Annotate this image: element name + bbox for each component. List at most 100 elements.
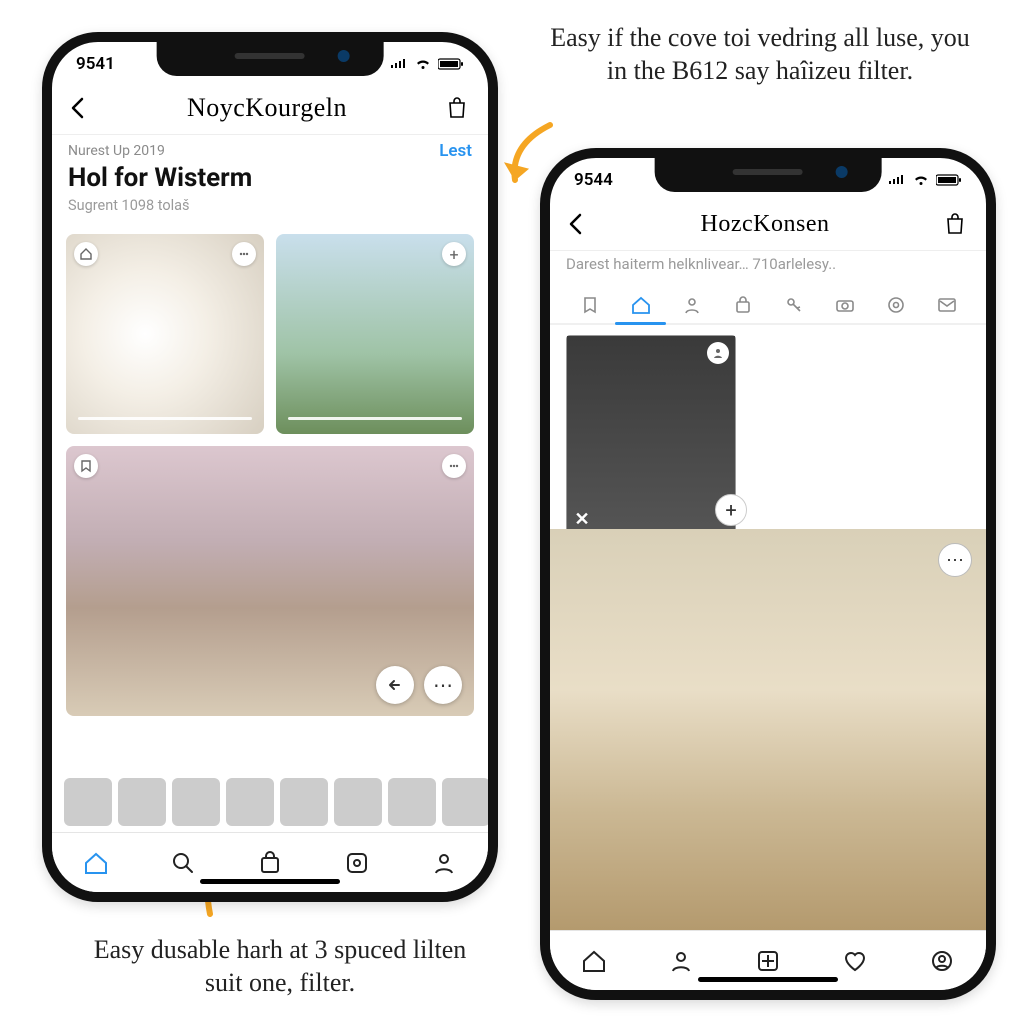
signal-icon: [390, 58, 408, 70]
nav-grid[interactable]: [724, 949, 811, 973]
category-tabs: [550, 279, 986, 325]
chevron-left-icon: [568, 213, 582, 235]
add-badge[interactable]: +: [442, 242, 466, 266]
grid-icon: [756, 949, 780, 973]
feed: ✕ + ⋯: [550, 325, 986, 930]
nav-bag[interactable]: [226, 851, 313, 875]
list-header: Nurest Up 2019 Lest Hol for Wisterm Sugr…: [52, 134, 488, 224]
close-button[interactable]: ✕: [571, 508, 593, 530]
grid-card-3[interactable]: ⋯: [66, 446, 474, 716]
search-bar[interactable]: Darest haiterm helknlivear… 710arlelesy.…: [550, 250, 986, 279]
tab-bookmark[interactable]: [566, 287, 613, 323]
thumbnail-strip[interactable]: [52, 770, 488, 832]
card-more-icon[interactable]: [442, 454, 466, 478]
battery-icon: [438, 58, 464, 70]
back-button[interactable]: [64, 95, 90, 121]
shopping-bag-icon: [944, 212, 966, 236]
grid-card-1[interactable]: [66, 234, 264, 434]
sort-action[interactable]: Lest: [439, 141, 472, 161]
tab-person[interactable]: [668, 287, 715, 323]
status-time: 9541: [76, 54, 115, 74]
page-title: Hol for Wisterm: [68, 163, 472, 193]
app-header: HozcKonsen: [550, 198, 986, 250]
app-title: NoycKourgeln: [187, 93, 347, 123]
nav-home[interactable]: [52, 851, 139, 875]
home-icon: [581, 949, 607, 973]
app-title: HozcKonsen: [701, 211, 830, 238]
feed-photo[interactable]: ⋯: [550, 529, 986, 930]
nav-home[interactable]: [550, 949, 637, 973]
image-placeholder: [66, 234, 264, 434]
account-icon: [930, 949, 954, 973]
tag-badge[interactable]: [707, 342, 729, 364]
wifi-icon: [912, 174, 930, 186]
back-button[interactable]: [562, 211, 588, 237]
thumb-item[interactable]: [442, 778, 490, 826]
annotation-bottom: Easy dusable harh at 3 spuced lilten sui…: [80, 934, 480, 999]
add-button[interactable]: +: [715, 494, 747, 526]
nav-heart[interactable]: [812, 949, 899, 973]
selfie-card[interactable]: ✕ +: [566, 335, 736, 535]
bag-button[interactable]: [444, 95, 470, 121]
tab-target[interactable]: [872, 287, 919, 323]
home-icon: [83, 851, 109, 875]
nav-account[interactable]: [899, 949, 986, 973]
shopping-bag-icon: [446, 96, 468, 120]
more-icon: [448, 460, 460, 472]
thumb-item[interactable]: [388, 778, 436, 826]
profile-icon: [432, 851, 456, 875]
more-icon: ⋯: [433, 673, 453, 697]
more-button[interactable]: ⋯: [424, 666, 462, 704]
thumb-item[interactable]: [118, 778, 166, 826]
thumb-item[interactable]: [64, 778, 112, 826]
heart-icon: [842, 949, 868, 973]
page-subtitle: Sugrent 1098 tolaš: [68, 197, 472, 214]
nav-activity[interactable]: [314, 851, 401, 875]
thumb-item[interactable]: [172, 778, 220, 826]
tab-home[interactable]: [617, 287, 664, 323]
home-indicator: [698, 977, 838, 982]
thumb-item[interactable]: [280, 778, 328, 826]
status-time: 9544: [574, 170, 613, 190]
grid-card-2[interactable]: +: [276, 234, 474, 434]
card-more-icon[interactable]: [232, 242, 256, 266]
arrow-left-icon: [387, 678, 403, 692]
tab-camera[interactable]: [821, 287, 868, 323]
app-header: NoycKourgeln: [52, 82, 488, 134]
nav-search[interactable]: [139, 851, 226, 875]
tab-bag[interactable]: [719, 287, 766, 323]
card-badge-icon[interactable]: [74, 454, 98, 478]
bookmark-icon: [79, 459, 93, 473]
card-actions: ⋯: [376, 666, 462, 704]
chevron-left-icon: [70, 97, 84, 119]
phone-right: 9544 HozcKonsen Darest haiterm helknlive…: [540, 148, 996, 1000]
notch: [157, 42, 384, 76]
progress-track: [78, 417, 252, 420]
progress-track: [288, 417, 462, 420]
thumb-item[interactable]: [334, 778, 382, 826]
signal-icon: [888, 174, 906, 186]
person-small-icon: [713, 348, 723, 358]
home-small-icon: [79, 247, 93, 261]
search-icon: [171, 851, 195, 875]
tab-mail[interactable]: [923, 287, 970, 323]
image-placeholder: [276, 234, 474, 434]
shopping-bag-icon: [258, 851, 282, 875]
nav-profile[interactable]: [637, 949, 724, 973]
overline: Nurest Up 2019: [68, 143, 165, 159]
profile-icon: [669, 949, 693, 973]
card-badge-icon[interactable]: [74, 242, 98, 266]
image-placeholder: [567, 336, 735, 534]
more-button[interactable]: ⋯: [938, 543, 972, 577]
annotation-top: Easy if the cove toi vedring all luse, y…: [540, 22, 980, 87]
prev-button[interactable]: [376, 666, 414, 704]
tab-key[interactable]: [770, 287, 817, 323]
notch: [655, 158, 882, 192]
thumb-item[interactable]: [226, 778, 274, 826]
phone-left: 9541 NoycKourgeln Nurest Up 2019 Lest Ho…: [42, 32, 498, 902]
battery-icon: [936, 174, 962, 186]
more-icon: [238, 248, 250, 260]
plus-icon: +: [449, 245, 458, 264]
nav-profile[interactable]: [401, 851, 488, 875]
bag-button[interactable]: [942, 211, 968, 237]
